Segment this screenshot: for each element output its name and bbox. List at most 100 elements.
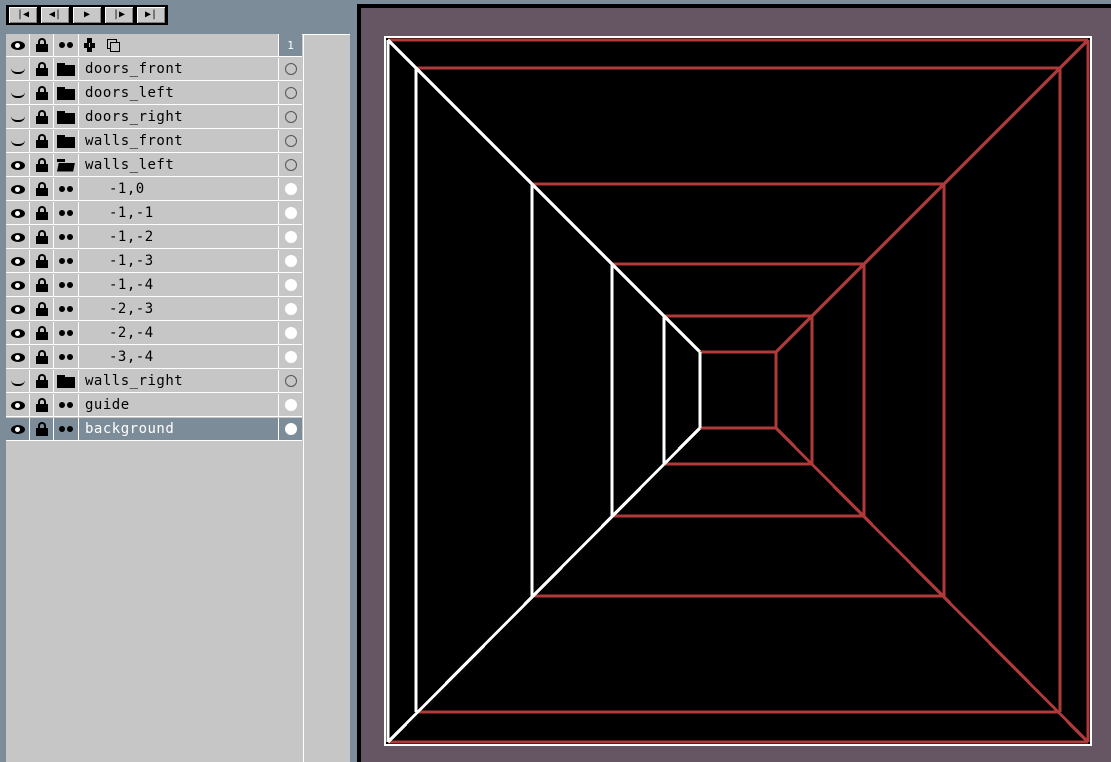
- layer-row[interactable]: walls_left: [6, 154, 304, 177]
- frame-cel[interactable]: [279, 154, 302, 177]
- frame-cel[interactable]: [279, 178, 302, 201]
- layer-row[interactable]: background: [6, 418, 304, 441]
- layer-name-cell[interactable]: doors_right: [79, 106, 279, 129]
- layer-name-cell[interactable]: doors_left: [79, 82, 279, 105]
- group-toggle[interactable]: [54, 370, 79, 393]
- lock-toggle[interactable]: [30, 226, 54, 249]
- lock-toggle[interactable]: [30, 58, 54, 81]
- visibility-toggle[interactable]: [6, 370, 30, 393]
- lock-toggle[interactable]: [30, 298, 54, 321]
- visibility-toggle[interactable]: [6, 82, 30, 105]
- layer-row[interactable]: guide: [6, 394, 304, 417]
- layer-row[interactable]: -2,-3: [6, 298, 304, 321]
- lock-toggle[interactable]: [30, 82, 54, 105]
- lock-toggle[interactable]: [30, 202, 54, 225]
- group-toggle[interactable]: [54, 106, 79, 129]
- visibility-toggle[interactable]: [6, 394, 30, 417]
- visibility-toggle[interactable]: [6, 130, 30, 153]
- frame-cel[interactable]: [279, 226, 302, 249]
- layer-row[interactable]: -1,-3: [6, 250, 304, 273]
- visibility-toggle[interactable]: [6, 250, 30, 273]
- frame-cel[interactable]: [279, 394, 302, 417]
- layer-name-cell[interactable]: -1,-3: [79, 250, 279, 273]
- frame-cel[interactable]: [279, 298, 302, 321]
- frame-cel[interactable]: [279, 322, 302, 345]
- frame-cel[interactable]: [279, 274, 302, 297]
- continuous-toggle[interactable]: [54, 394, 79, 417]
- visibility-toggle[interactable]: [6, 274, 30, 297]
- visibility-toggle[interactable]: [6, 106, 30, 129]
- lock-toggle[interactable]: [30, 178, 54, 201]
- layer-name-cell[interactable]: doors_front: [79, 58, 279, 81]
- group-toggle[interactable]: [54, 82, 79, 105]
- lock-toggle[interactable]: [30, 370, 54, 393]
- frame-cel[interactable]: [279, 58, 302, 81]
- visibility-header[interactable]: [6, 34, 30, 57]
- visibility-toggle[interactable]: [6, 202, 30, 225]
- frame-cel[interactable]: [279, 82, 302, 105]
- continuous-toggle[interactable]: [54, 298, 79, 321]
- visibility-toggle[interactable]: [6, 418, 30, 441]
- continuous-toggle[interactable]: [54, 346, 79, 369]
- next-frame-button[interactable]: |▶: [105, 7, 133, 23]
- layer-row[interactable]: -1,-2: [6, 226, 304, 249]
- group-toggle[interactable]: [54, 154, 79, 177]
- layer-name-cell[interactable]: -2,-3: [79, 298, 279, 321]
- layer-row[interactable]: -1,-4: [6, 274, 304, 297]
- continuous-toggle[interactable]: [54, 322, 79, 345]
- lock-toggle[interactable]: [30, 322, 54, 345]
- lock-toggle[interactable]: [30, 106, 54, 129]
- layer-name-cell[interactable]: -1,-4: [79, 274, 279, 297]
- prev-frame-button[interactable]: ◀|: [41, 7, 69, 23]
- visibility-toggle[interactable]: [6, 178, 30, 201]
- layer-row[interactable]: -1,-1: [6, 202, 304, 225]
- layer-name-cell[interactable]: guide: [79, 394, 279, 417]
- layer-name-cell[interactable]: background: [79, 418, 279, 441]
- lock-toggle[interactable]: [30, 394, 54, 417]
- visibility-toggle[interactable]: [6, 298, 30, 321]
- layer-name-cell[interactable]: -3,-4: [79, 346, 279, 369]
- layer-name-cell[interactable]: -1,-1: [79, 202, 279, 225]
- layer-row[interactable]: doors_left: [6, 82, 304, 105]
- frame-cel[interactable]: [279, 130, 302, 153]
- first-frame-button[interactable]: |◀: [9, 7, 37, 23]
- frame-number-header[interactable]: 1: [279, 34, 302, 57]
- continuous-toggle[interactable]: [54, 250, 79, 273]
- lock-toggle[interactable]: [30, 274, 54, 297]
- layer-row[interactable]: -2,-4: [6, 322, 304, 345]
- layer-name-cell[interactable]: walls_right: [79, 370, 279, 393]
- visibility-toggle[interactable]: [6, 322, 30, 345]
- lock-toggle[interactable]: [30, 346, 54, 369]
- layer-row[interactable]: -3,-4: [6, 346, 304, 369]
- link-icon[interactable]: [84, 38, 96, 52]
- layer-row[interactable]: walls_front: [6, 130, 304, 153]
- layer-row[interactable]: -1,0: [6, 178, 304, 201]
- group-toggle[interactable]: [54, 58, 79, 81]
- lock-toggle[interactable]: [30, 130, 54, 153]
- continuous-toggle[interactable]: [54, 202, 79, 225]
- visibility-toggle[interactable]: [6, 154, 30, 177]
- lock-toggle[interactable]: [30, 154, 54, 177]
- lock-toggle[interactable]: [30, 250, 54, 273]
- layer-row[interactable]: walls_right: [6, 370, 304, 393]
- frame-cel[interactable]: [279, 106, 302, 129]
- visibility-toggle[interactable]: [6, 226, 30, 249]
- visibility-toggle[interactable]: [6, 346, 30, 369]
- lock-toggle[interactable]: [30, 418, 54, 441]
- layer-name-cell[interactable]: -1,0: [79, 178, 279, 201]
- layer-name-cell[interactable]: -1,-2: [79, 226, 279, 249]
- last-frame-button[interactable]: ▶|: [137, 7, 165, 23]
- play-button[interactable]: ▶: [73, 7, 101, 23]
- continuous-toggle[interactable]: [54, 226, 79, 249]
- lock-header[interactable]: [30, 34, 54, 57]
- frame-cel[interactable]: [279, 346, 302, 369]
- stack-icon[interactable]: [107, 39, 120, 52]
- continuous-toggle[interactable]: [54, 274, 79, 297]
- group-toggle[interactable]: [54, 130, 79, 153]
- visibility-toggle[interactable]: [6, 58, 30, 81]
- layer-name-cell[interactable]: walls_left: [79, 154, 279, 177]
- sprite-canvas[interactable]: [386, 38, 1090, 744]
- continuous-header[interactable]: [54, 34, 79, 57]
- layer-row[interactable]: doors_front: [6, 58, 304, 81]
- frame-cel[interactable]: [279, 370, 302, 393]
